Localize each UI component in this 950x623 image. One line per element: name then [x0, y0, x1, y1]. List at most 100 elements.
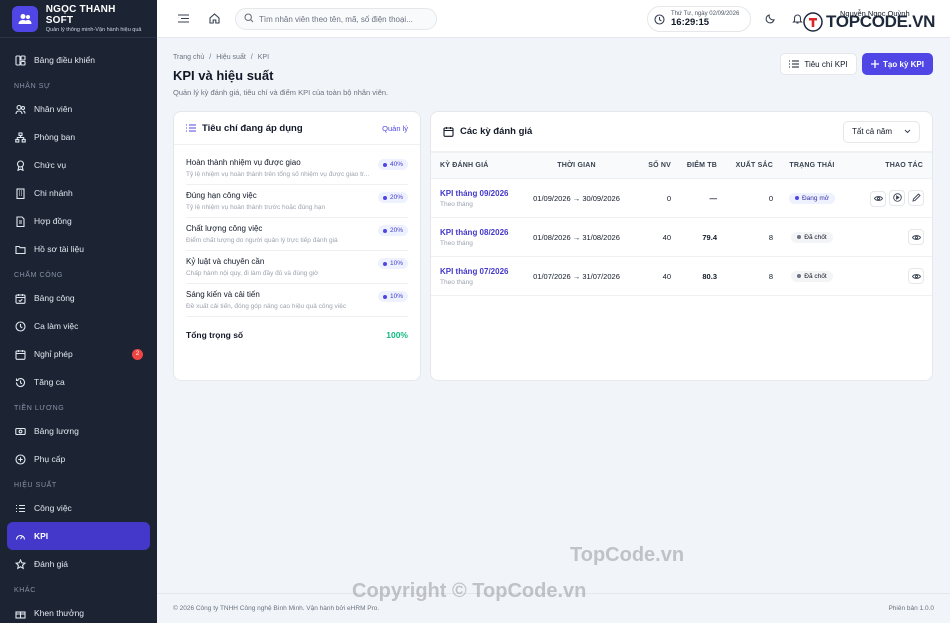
sidebar-item-kpi[interactable]: KPI [7, 522, 150, 550]
view-button[interactable] [908, 268, 924, 284]
search-box[interactable] [235, 8, 437, 30]
criteria-name: Kỷ luật và chuyên cần [186, 257, 265, 266]
view-button[interactable] [870, 190, 886, 207]
footer-version: Phiên bản 1.0.0 [888, 605, 934, 612]
status-dot [797, 274, 802, 278]
status-dot [794, 196, 799, 200]
clock-icon [14, 320, 26, 332]
view-button[interactable] [908, 229, 924, 245]
create-kpi-label: Tạo kỳ KPI [883, 59, 924, 69]
kpi-criteria-button[interactable]: Tiêu chí KPI [780, 53, 857, 75]
sidebar-item-allowance[interactable]: Phụ cấp [0, 445, 157, 473]
breadcrumb-current: KPI [257, 54, 270, 61]
current-time: 16:29:15 [671, 16, 710, 28]
sidebar-item-leave[interactable]: Nghỉ phép 2 [0, 340, 157, 368]
eye-icon [911, 234, 921, 241]
total-weight-row: Tổng trọng số 100% [186, 317, 408, 340]
period-name-link[interactable]: KPI tháng 08/2026 [440, 228, 528, 237]
edit-button[interactable] [908, 189, 924, 206]
users-icon [14, 103, 26, 115]
average-score: 79.4 [671, 217, 717, 257]
sidebar-item-label: Tăng ca [34, 377, 65, 387]
criteria-card-header: Tiêu chí đang áp dụng Quản lý [174, 112, 420, 145]
sidebar-item-label: Bảng điều khiển [34, 55, 95, 65]
search-input[interactable] [259, 14, 429, 24]
theme-toggle-button[interactable] [762, 11, 778, 27]
sidebar-item-timesheet[interactable]: Bảng công [0, 284, 157, 312]
plus-icon [871, 60, 880, 68]
excellent-count: 8 [717, 217, 773, 257]
menu-toggle-button[interactable] [175, 11, 191, 27]
sidebar-item-branches[interactable]: Chi nhánh [0, 179, 157, 207]
sidebar-item-label: Hợp đồng [34, 216, 72, 226]
brand-name: NGỌC THANH SOFT [45, 4, 116, 26]
sitemap-icon [14, 131, 26, 143]
list-check-icon [14, 502, 26, 514]
sidebar-nav: Bảng điều khiển NHÂN SỰ Nhân viên Phòng … [0, 38, 157, 623]
criteria-name: Sáng kiến và cải tiến [186, 290, 260, 299]
status-dot [382, 261, 387, 266]
section-attendance: CHẤM CÔNG [14, 272, 63, 279]
sidebar-item-extra-shift[interactable]: Tăng ca [0, 368, 157, 396]
run-button[interactable] [889, 189, 905, 206]
criteria-description: Chấp hành nội quy, đi làm đầy đủ và đúng… [186, 270, 319, 277]
criteria-weight-badge: 20% [377, 225, 408, 236]
status-badge: Đã chốt [791, 231, 833, 243]
home-button[interactable] [206, 11, 222, 27]
sidebar-item-evaluation[interactable]: Đánh giá [0, 550, 157, 578]
chevron-down-icon [904, 129, 911, 134]
sidebar-item-label: KPI [34, 531, 49, 541]
breadcrumb-separator: / [209, 54, 212, 61]
sidebar-item-shifts[interactable]: Ca làm việc [0, 312, 157, 340]
period-type: Theo tháng [440, 278, 473, 286]
status-dot [797, 235, 802, 239]
search-icon [244, 13, 254, 25]
sidebar-item-departments[interactable]: Phòng ban [0, 123, 157, 151]
year-filter-select[interactable]: Tất cả năm [843, 120, 920, 143]
brand-tagline: Quản lý thông minh-Vận hành hiệu quả [45, 27, 142, 33]
table-row: KPI tháng 08/2026 Theo tháng 01/08/2026 … [431, 217, 932, 257]
average-score: — [671, 178, 717, 218]
table-row: KPI tháng 09/2026 Theo tháng 01/09/2026 … [431, 178, 932, 218]
topbar: Thứ Tư, ngày 02/09/2026 16:29:15 TOPCODE… [157, 0, 950, 38]
user-name[interactable]: Nguyễn Ngọc Quỳnh [840, 9, 910, 18]
sidebar-item-positions[interactable]: Chức vụ [0, 151, 157, 179]
sidebar-item-label: Hồ sơ tài liệu [34, 244, 84, 254]
users-logo-icon [12, 5, 38, 32]
sidebar-item-tasks[interactable]: Công việc [0, 494, 157, 522]
main-content: Trang chủ / Hiệu suất / KPI KPI và hiệu … [157, 38, 950, 623]
sidebar-item-dashboard[interactable]: Bảng điều khiển [0, 46, 157, 74]
criteria-description: Tỷ lệ nhiệm vụ hoàn thành trên tổng số n… [186, 171, 370, 178]
watermark-text: TopCode.vn [570, 544, 685, 566]
sidebar-item-documents[interactable]: Hồ sơ tài liệu [0, 235, 157, 263]
breadcrumb-home[interactable]: Trang chủ [173, 54, 204, 61]
create-kpi-period-button[interactable]: Tạo kỳ KPI [862, 53, 933, 75]
hamburger-icon [177, 13, 189, 25]
brand[interactable]: NGỌC THANH SOFT Quản lý thông minh-Vận h… [0, 0, 157, 38]
award-icon [14, 159, 26, 171]
criteria-weight-badge: 10% [377, 291, 408, 302]
sidebar-item-salary[interactable]: Bảng lương [0, 417, 157, 445]
sidebar-item-contracts[interactable]: Hợp đồng [0, 207, 157, 235]
manage-criteria-link[interactable]: Quản lý [382, 124, 408, 133]
periods-card: Các kỳ đánh giá Tất cả năm KỲ ĐÁNH GIÁ T… [430, 111, 933, 381]
calendar-icon [443, 126, 454, 137]
sidebar-item-label: Nghỉ phép [34, 349, 73, 359]
period-type: Theo tháng [440, 239, 473, 247]
page-title: KPI và hiệu suất [173, 68, 274, 83]
file-contract-icon [14, 215, 26, 227]
kpi-criteria-label: Tiêu chí KPI [804, 59, 848, 69]
sidebar-item-label: Chi nhánh [34, 188, 73, 198]
criteria-item: Kỷ luật và chuyên cần Chấp hành nội quy,… [186, 251, 408, 284]
period-name-link[interactable]: KPI tháng 09/2026 [440, 189, 528, 198]
sidebar-item-label: Nhân viên [34, 104, 73, 114]
period-type: Theo tháng [440, 200, 473, 208]
sidebar-item-employees[interactable]: Nhân viên [0, 95, 157, 123]
sidebar-item-rewards[interactable]: Khen thưởng [0, 599, 157, 623]
section-payroll: TIỀN LƯƠNG [14, 405, 65, 412]
breadcrumb-performance[interactable]: Hiệu suất [216, 54, 246, 61]
employee-count: 40 [625, 217, 671, 257]
list-ul-icon [186, 124, 196, 132]
criteria-card: Tiêu chí đang áp dụng Quản lý Hoàn thành… [173, 111, 421, 381]
period-name-link[interactable]: KPI tháng 07/2026 [440, 267, 528, 276]
